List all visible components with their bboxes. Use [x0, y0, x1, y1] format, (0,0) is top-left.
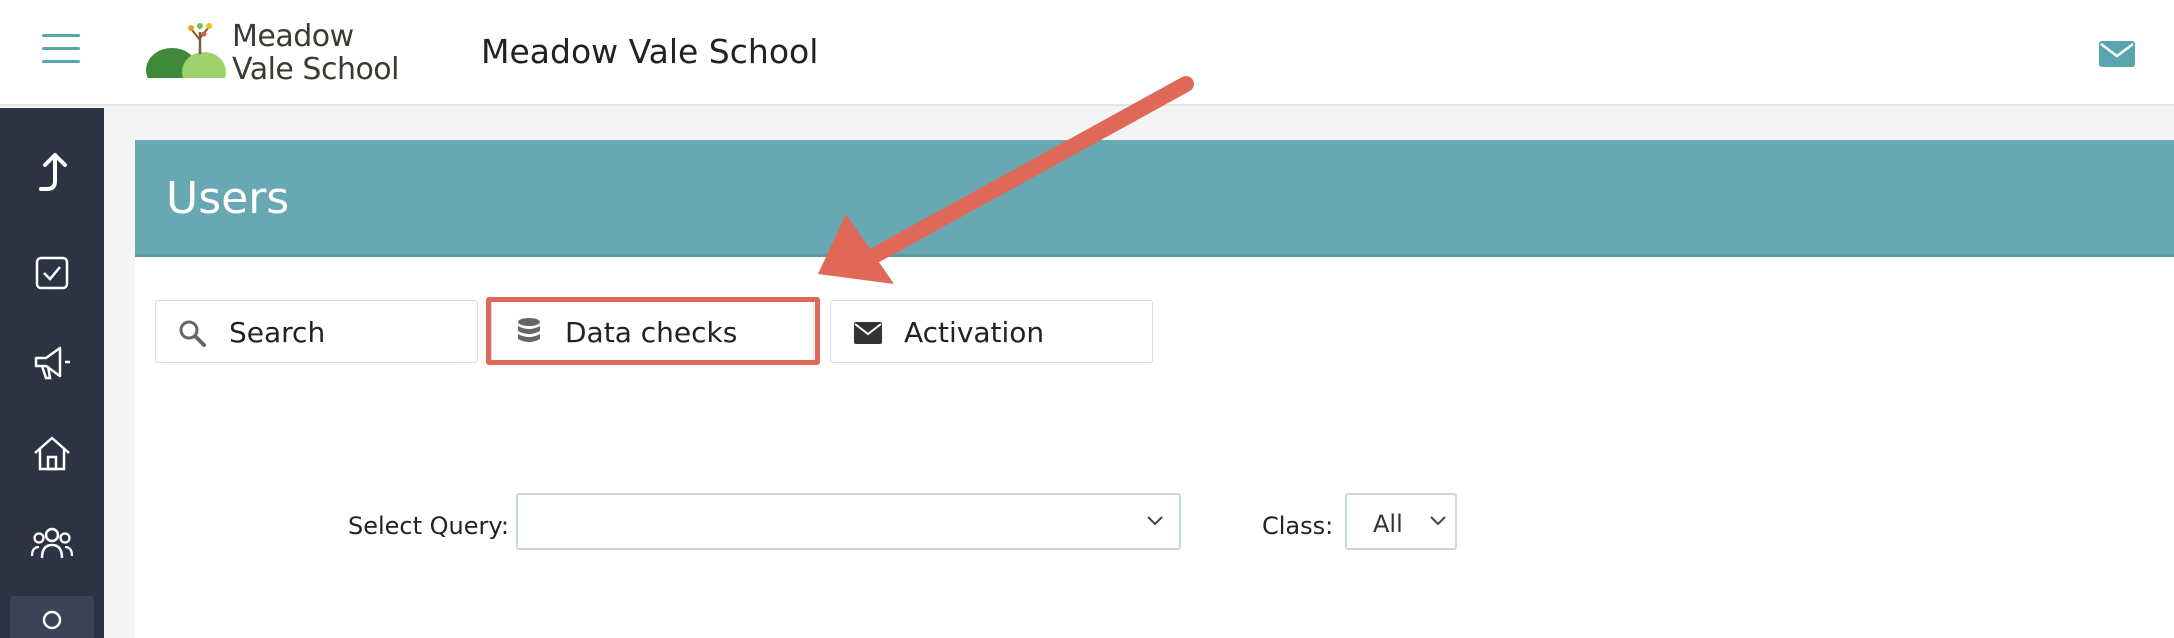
tab-activation[interactable]: Activation	[830, 300, 1153, 363]
sidebar-item-announcements[interactable]	[0, 328, 104, 398]
checkbox-icon	[35, 256, 69, 290]
logo-hills-icon	[144, 23, 234, 86]
sidebar-item-upload[interactable]	[0, 138, 104, 208]
sidebar-item-user[interactable]	[10, 596, 94, 638]
class-label: Class:	[1262, 512, 1334, 540]
tab-data-checks-label: Data checks	[565, 316, 738, 349]
sidebar	[0, 108, 104, 638]
school-name: Meadow Vale School	[481, 32, 819, 71]
hamburger-menu-icon[interactable]	[42, 34, 80, 66]
sidebar-item-home[interactable]	[0, 418, 104, 488]
tab-data-checks[interactable]: Data checks	[491, 300, 814, 363]
home-icon	[34, 436, 70, 471]
search-icon	[179, 320, 206, 347]
users-icon	[30, 527, 74, 559]
tab-search-label: Search	[229, 316, 326, 349]
upload-arrow-icon	[39, 153, 67, 191]
tab-activation-label: Activation	[904, 316, 1045, 349]
select-query-label: Select Query:	[348, 512, 509, 540]
envelope-icon	[854, 322, 882, 344]
logo-line-2: Vale School	[232, 52, 400, 87]
chevron-down-icon	[1430, 516, 1446, 526]
top-header: Meadow Vale School Meadow Vale School	[0, 0, 2174, 106]
logo-line-1: Meadow	[232, 19, 354, 54]
users-panel: Users Search Data checks Activation Sele…	[135, 140, 2174, 638]
panel-header: Users	[135, 140, 2174, 257]
envelope-icon[interactable]	[2098, 40, 2136, 68]
megaphone-icon	[34, 346, 70, 380]
sidebar-item-tasks[interactable]	[0, 238, 104, 308]
class-dropdown[interactable]: All	[1345, 493, 1457, 550]
select-query-dropdown[interactable]	[516, 493, 1181, 550]
user-icon	[42, 610, 62, 630]
sidebar-item-users[interactable]	[0, 508, 104, 578]
class-value: All	[1373, 510, 1403, 538]
school-logo[interactable]: Meadow Vale School	[144, 18, 404, 88]
database-icon	[518, 318, 540, 342]
chevron-down-icon	[1147, 516, 1163, 526]
page-title: Users	[166, 173, 290, 224]
tab-search[interactable]: Search	[155, 300, 478, 363]
logo-text: Meadow Vale School	[232, 19, 400, 87]
